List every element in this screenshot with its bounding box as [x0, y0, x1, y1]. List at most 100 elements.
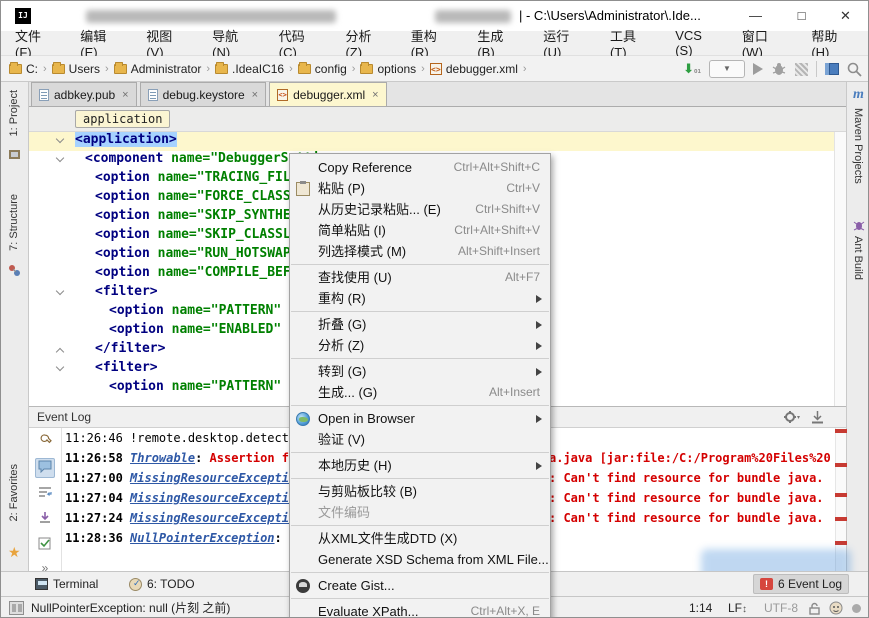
- tool-window-todo[interactable]: 6: TODO: [123, 574, 201, 594]
- coverage-icon[interactable]: [795, 63, 808, 76]
- debug-icon[interactable]: [771, 62, 787, 76]
- code-token: <option: [95, 170, 158, 185]
- menu-separator: [291, 525, 549, 526]
- close-icon[interactable]: ×: [252, 89, 258, 101]
- menu-shortcut: Ctrl+V: [506, 178, 540, 199]
- context-menu-item[interactable]: Generate XSD Schema from XML File...: [290, 549, 550, 570]
- editor-scrollbar[interactable]: [834, 132, 846, 406]
- menubar-item[interactable]: 帮助 (H): [801, 26, 868, 60]
- breadcrumb-item[interactable]: options›: [360, 62, 429, 76]
- log-colon: :: [275, 531, 289, 545]
- context-menu-item[interactable]: 列选择模式 (M)Alt+Shift+Insert: [290, 241, 550, 262]
- menubar-item[interactable]: 导航 (N): [202, 26, 269, 60]
- context-menu-item[interactable]: Create Gist...: [290, 575, 550, 596]
- mark-read-icon[interactable]: [35, 536, 55, 556]
- context-menu-item[interactable]: Evaluate XPath...Ctrl+Alt+X, E: [290, 601, 550, 618]
- fold-icon[interactable]: [56, 287, 64, 295]
- exception-link[interactable]: MissingResourceException: [130, 491, 303, 505]
- menubar-item[interactable]: 生成 (B): [467, 26, 533, 60]
- context-menu-item[interactable]: 与剪贴板比较 (B): [290, 481, 550, 502]
- menubar-item[interactable]: 文件 (F): [5, 26, 70, 60]
- editor-tab[interactable]: adbkey.pub×: [31, 82, 137, 106]
- dock-icon[interactable]: [811, 411, 824, 424]
- breadcrumb-item[interactable]: Users›: [52, 62, 114, 76]
- close-icon[interactable]: ×: [122, 89, 128, 101]
- sidebar-item-ant-build[interactable]: Ant Build: [852, 236, 864, 280]
- context-menu-item[interactable]: 验证 (V): [290, 429, 550, 450]
- chevron-right-icon: ›: [523, 63, 527, 75]
- fold-icon[interactable]: [56, 348, 64, 356]
- menubar-item[interactable]: 编辑 (E): [70, 26, 136, 60]
- breadcrumb-item[interactable]: config›: [298, 62, 361, 76]
- file-encoding[interactable]: UTF-8: [764, 597, 798, 618]
- context-menu-item[interactable]: 从XML文件生成DTD (X): [290, 528, 550, 549]
- menubar-item[interactable]: VCS (S): [665, 28, 732, 58]
- line-separator-selector[interactable]: LF↕: [728, 597, 747, 618]
- breadcrumb-item[interactable]: .IdeaIC16›: [215, 62, 298, 76]
- editor-tab[interactable]: debug.keystore×: [140, 82, 267, 106]
- menu-item-label: 本地历史 (H): [318, 458, 392, 473]
- github-icon: [296, 579, 310, 593]
- menubar-item[interactable]: 重构 (R): [401, 26, 468, 60]
- tool-window-switcher-icon[interactable]: [9, 601, 24, 615]
- search-icon[interactable]: [847, 62, 862, 77]
- exception-link[interactable]: NullPointerException: [130, 531, 275, 545]
- lock-icon[interactable]: [809, 602, 820, 615]
- gear-icon[interactable]: [784, 411, 800, 424]
- paste-icon: [296, 182, 310, 196]
- update-icon[interactable]: ⬇01: [683, 62, 701, 77]
- menubar-item[interactable]: 运行 (U): [533, 26, 600, 60]
- sidebar-item-favorites[interactable]: 2: Favorites: [8, 464, 20, 521]
- breadcrumb: C:›Users›Administrator›.IdeaIC16›config›…: [9, 62, 532, 76]
- close-icon[interactable]: ×: [372, 89, 378, 101]
- app-window: IJ | - C:\Users\Administrator\.Ide... — …: [0, 0, 869, 618]
- context-menu-item[interactable]: 折叠 (G): [290, 314, 550, 335]
- error-stripe-mark: [835, 463, 847, 467]
- tag-breadcrumb[interactable]: application: [75, 110, 170, 128]
- exception-link[interactable]: MissingResourceException: [130, 471, 303, 485]
- context-menu-item[interactable]: 从历史记录粘贴... (E)Ctrl+Shift+V: [290, 199, 550, 220]
- context-menu-item[interactable]: 本地历史 (H): [290, 455, 550, 476]
- caret-position[interactable]: 1:14: [689, 597, 712, 618]
- menubar-item[interactable]: 代码 (C): [269, 26, 336, 60]
- show-balloons-icon[interactable]: [35, 458, 55, 478]
- context-menu-item[interactable]: 简单粘贴 (I)Ctrl+Alt+Shift+V: [290, 220, 550, 241]
- menubar-item[interactable]: 视图 (V): [136, 26, 202, 60]
- exception-link[interactable]: MissingResourceException: [130, 511, 303, 525]
- scroll-to-end-icon[interactable]: [35, 510, 55, 530]
- context-menu-item[interactable]: 粘贴 (P)Ctrl+V: [290, 178, 550, 199]
- context-menu-item[interactable]: 查找使用 (U)Alt+F7: [290, 267, 550, 288]
- sidebar-item-structure[interactable]: 7: Structure: [8, 194, 20, 251]
- menubar-item[interactable]: 分析 (Z): [335, 26, 400, 60]
- fold-icon[interactable]: [56, 154, 64, 162]
- changes-view-icon[interactable]: [825, 63, 839, 75]
- breadcrumb-item[interactable]: C:›: [9, 62, 52, 76]
- settings-wrench-icon[interactable]: [35, 432, 55, 452]
- tool-window-event-log[interactable]: ! 6 Event Log: [753, 574, 849, 594]
- breadcrumb-item[interactable]: Administrator›: [114, 62, 215, 76]
- context-menu-item[interactable]: 生成... (G)Alt+Insert: [290, 382, 550, 403]
- inspector-hector-icon[interactable]: [829, 601, 843, 615]
- context-menu-item[interactable]: Copy ReferenceCtrl+Alt+Shift+C: [290, 157, 550, 178]
- menu-shortcut: Ctrl+Shift+V: [475, 199, 540, 220]
- context-menu-item[interactable]: 转到 (G): [290, 361, 550, 382]
- exception-link[interactable]: Throwable: [130, 451, 195, 465]
- terminal-label: Terminal: [53, 577, 98, 591]
- context-menu-item[interactable]: 分析 (Z): [290, 335, 550, 356]
- editor-tab[interactable]: <>debugger.xml×: [269, 82, 386, 106]
- submenu-arrow-icon: [536, 342, 542, 350]
- sidebar-item-project[interactable]: 1: Project: [8, 90, 20, 136]
- tool-window-terminal[interactable]: Terminal: [29, 574, 104, 594]
- context-menu-item[interactable]: Open in Browser: [290, 408, 550, 429]
- run-icon[interactable]: [753, 63, 763, 75]
- fold-icon[interactable]: [56, 363, 64, 371]
- run-config-combo[interactable]: ▼: [709, 60, 745, 78]
- breadcrumb-item[interactable]: <>debugger.xml›: [430, 62, 532, 76]
- soft-wrap-icon[interactable]: [35, 484, 55, 504]
- menubar-item[interactable]: 工具 (T): [600, 26, 665, 60]
- status-message[interactable]: NullPointerException: null (片刻 之前): [31, 597, 230, 618]
- context-menu-item[interactable]: 重构 (R): [290, 288, 550, 309]
- menubar-item[interactable]: 窗口 (W): [732, 26, 801, 60]
- code-token: name=: [171, 151, 210, 166]
- sidebar-item-maven-projects[interactable]: Maven Projects: [852, 108, 864, 184]
